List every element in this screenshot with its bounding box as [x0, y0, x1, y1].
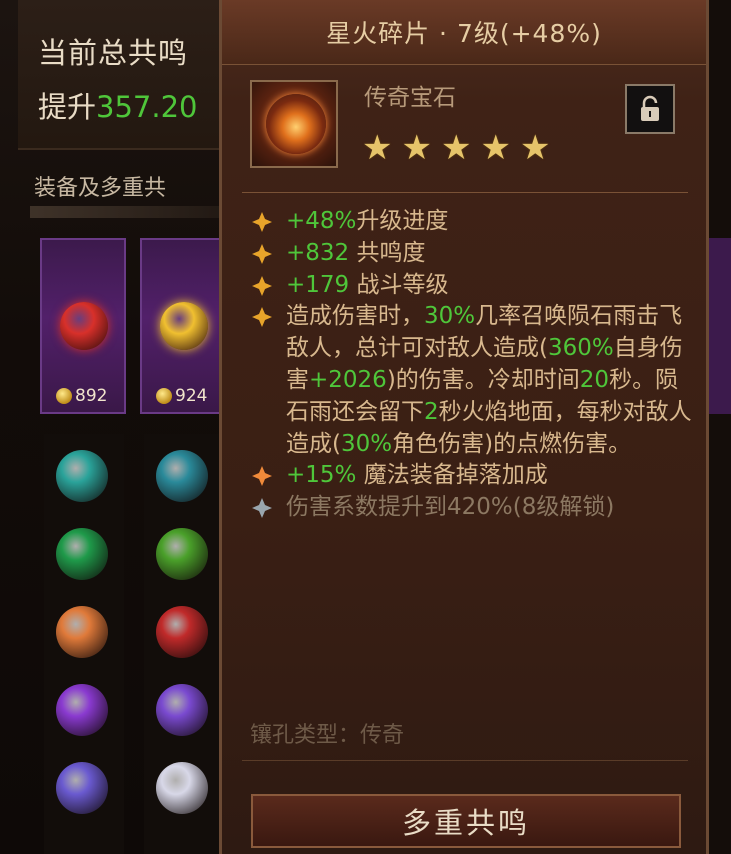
coin-icon	[56, 388, 72, 404]
slot-rank: 892	[56, 386, 107, 406]
equipment-slot[interactable]: 924	[140, 238, 226, 414]
gem-orb-icon[interactable]	[56, 528, 108, 580]
lock-icon	[641, 95, 659, 121]
star-icon: ★	[519, 128, 551, 168]
gem-orb-icon[interactable]	[156, 762, 208, 814]
right-edge-panel	[709, 0, 731, 854]
star-icon: ★	[401, 128, 432, 168]
boost-value: 357.20	[96, 90, 198, 124]
effect-line: +48%升级进度	[252, 206, 692, 238]
starfire-gem-icon	[266, 94, 326, 154]
multi-resonance-button[interactable]: 多重共鸣	[251, 794, 681, 848]
star-rating: ★ ★ ★ ★ ★	[362, 130, 550, 166]
section-divider	[30, 206, 220, 218]
coin-icon	[156, 388, 172, 404]
effect-line: +15% 魔法装备掉落加成	[252, 460, 692, 492]
bullet-icon	[252, 307, 272, 328]
gem-orb-icon[interactable]	[56, 450, 108, 502]
bullet-icon	[252, 466, 272, 487]
gem-orb-icon[interactable]	[56, 606, 108, 658]
gem-column	[44, 434, 124, 854]
gem-type: 传奇宝石	[364, 85, 456, 111]
gem-icon	[160, 302, 208, 350]
gem-orb-icon[interactable]	[156, 528, 208, 580]
bullet-icon	[252, 275, 272, 296]
star-icon: ★	[362, 128, 393, 168]
gem-orb-icon[interactable]	[56, 762, 108, 814]
resonance-boost: 提升357.20	[38, 84, 198, 126]
resonance-header	[18, 0, 238, 150]
equipment-slot[interactable]	[709, 238, 731, 414]
locked-effect: 伤害系数提升到420%(8级解锁)	[252, 492, 692, 524]
star-icon: ★	[440, 128, 472, 168]
header-divider	[242, 192, 688, 193]
gem-orb-icon[interactable]	[156, 450, 208, 502]
gem-title: 星火碎片 · 7级(+48%)	[326, 19, 602, 48]
socket-type: 镶孔类型：传奇	[250, 723, 405, 748]
star-icon: ★	[480, 128, 511, 168]
gem-column	[144, 434, 224, 854]
bullet-icon	[252, 212, 272, 232]
lock-button[interactable]	[625, 84, 675, 134]
gem-orb-icon[interactable]	[156, 606, 208, 658]
equipment-section-label: 装备及多重共	[34, 176, 167, 201]
locked-bullet-icon	[252, 498, 272, 519]
slot-rank: 924	[156, 386, 207, 406]
total-resonance-title: 当前总共鸣	[38, 36, 189, 70]
gem-icon	[60, 302, 108, 350]
effect-line: +179 战斗等级	[252, 270, 692, 302]
boost-prefix: 提升	[38, 90, 97, 124]
gem-tooltip: 星火碎片 · 7级(+48%) 传奇宝石 ★ ★ ★ ★ ★ +48%升级进度 +832 …	[219, 0, 709, 854]
effects-list: +48%升级进度 +832 共鸣度 +179 战斗等级 造成伤害时，30%几率召唤陨石…	[252, 206, 692, 524]
gem-portrait	[250, 80, 338, 168]
effect-line: +832 共鸣度	[252, 238, 692, 270]
effect-line: 造成伤害时，30%几率召唤陨石雨击飞敌人，总计可对敌人造成(360%自身伤害+2…	[252, 301, 692, 460]
bullet-icon	[252, 243, 272, 264]
gem-orb-icon[interactable]	[156, 684, 208, 736]
equipment-slot[interactable]: 892	[40, 238, 126, 414]
bottom-divider	[242, 760, 688, 775]
gem-orb-icon[interactable]	[56, 684, 108, 736]
